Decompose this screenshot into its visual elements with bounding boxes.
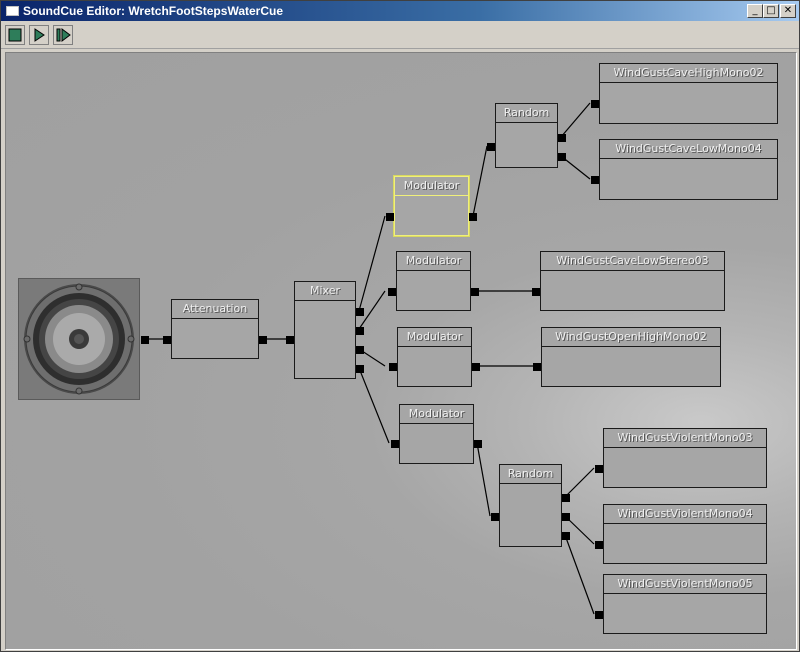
input-pin[interactable] [591, 100, 599, 108]
minimize-button[interactable]: _ [747, 4, 763, 18]
input-pin[interactable] [487, 143, 495, 151]
output-pin[interactable] [356, 327, 364, 335]
play-bar-triangle-icon [56, 28, 71, 42]
node-title: WindGustViolentMono03 [604, 429, 766, 448]
output-pin[interactable] [471, 288, 479, 296]
play-button[interactable] [29, 25, 49, 45]
output-pin[interactable] [562, 494, 570, 502]
play-node-button[interactable] [53, 25, 73, 45]
input-pin[interactable] [391, 440, 399, 448]
node-title: Attenuation [172, 300, 258, 319]
node-title: Mixer [295, 282, 355, 301]
toolbar [1, 22, 799, 49]
input-pin[interactable] [386, 213, 394, 221]
sound-wave-node[interactable]: WindGustCaveLowMono04 [591, 139, 778, 200]
input-pin[interactable] [595, 465, 603, 473]
output-pin[interactable] [141, 336, 149, 344]
node-title: Random [500, 465, 561, 484]
speaker-icon [19, 279, 139, 399]
sound-wave-node[interactable]: WindGustViolentMono04 [595, 504, 767, 564]
sound-wave-node[interactable]: WindGustViolentMono05 [595, 574, 767, 634]
input-pin[interactable] [491, 513, 499, 521]
input-pin[interactable] [591, 176, 599, 184]
output-pin[interactable] [474, 440, 482, 448]
sound-wave-node[interactable]: WindGustOpenHighMono02 [533, 327, 721, 387]
random-node-1[interactable]: Random [487, 103, 566, 168]
wire [358, 367, 390, 444]
node-title: Modulator [398, 328, 471, 347]
modulator-node-4[interactable]: Modulator [391, 404, 482, 464]
window-title: SoundCue Editor: WretchFootStepsWaterCue [23, 4, 284, 18]
input-pin[interactable] [532, 288, 540, 296]
output-pin[interactable] [356, 346, 364, 354]
graph-canvas[interactable]: Attenuation Mixer Modulator Modulator Mo… [5, 52, 797, 650]
modulator-node-2[interactable]: Modulator [388, 251, 479, 311]
node-title: Modulator [395, 177, 468, 196]
wire [564, 467, 595, 498]
modulator-node-1[interactable]: Modulator [386, 175, 477, 237]
output-pin[interactable] [356, 308, 364, 316]
wire [472, 145, 488, 217]
wire [476, 442, 491, 517]
window-icon [6, 6, 19, 16]
node-title: WindGustViolentMono05 [604, 575, 766, 594]
input-pin[interactable] [286, 336, 294, 344]
input-pin[interactable] [388, 288, 396, 296]
sound-wave-node[interactable]: WindGustCaveHighMono02 [591, 63, 778, 124]
output-pin[interactable] [469, 213, 477, 221]
sound-wave-node[interactable]: WindGustCaveLowStereo03 [532, 251, 725, 311]
node-title: WindGustCaveLowStereo03 [541, 252, 724, 271]
input-pin[interactable] [533, 363, 541, 371]
node-title: Random [496, 104, 557, 123]
node-title: Modulator [400, 405, 473, 424]
random-node-2[interactable]: Random [491, 464, 570, 547]
output-pin[interactable] [472, 363, 480, 371]
modulator-node-3[interactable]: Modulator [389, 327, 480, 387]
output-pin[interactable] [562, 532, 570, 540]
node-title: WindGustCaveHighMono02 [600, 64, 777, 83]
soundcue-editor-window: SoundCue Editor: WretchFootStepsWaterCue… [0, 0, 800, 652]
output-pin[interactable] [558, 134, 566, 142]
wire [560, 102, 591, 138]
input-pin[interactable] [163, 336, 171, 344]
stop-button[interactable] [5, 25, 25, 45]
output-pin[interactable] [259, 336, 267, 344]
node-title: WindGustCaveLowMono04 [600, 140, 777, 159]
title-bar[interactable]: SoundCue Editor: WretchFootStepsWaterCue… [1, 1, 799, 21]
maximize-button[interactable]: □ [763, 4, 779, 18]
sound-wave-node[interactable]: WindGustViolentMono03 [595, 428, 767, 488]
mixer-node[interactable]: Mixer [286, 281, 364, 379]
node-title: Modulator [397, 252, 470, 271]
attenuation-node[interactable]: Attenuation [163, 299, 267, 359]
input-pin[interactable] [595, 611, 603, 619]
close-button[interactable]: ✕ [780, 4, 796, 18]
input-pin[interactable] [389, 363, 397, 371]
play-triangle-icon [34, 28, 45, 42]
sound-output-node[interactable] [18, 278, 149, 400]
output-pin[interactable] [558, 153, 566, 161]
output-pin[interactable] [562, 513, 570, 521]
output-pin[interactable] [356, 365, 364, 373]
stop-square-icon [8, 28, 22, 42]
input-pin[interactable] [595, 541, 603, 549]
node-title: WindGustViolentMono04 [604, 505, 766, 524]
node-title: WindGustOpenHighMono02 [542, 328, 720, 347]
wire [564, 534, 595, 615]
